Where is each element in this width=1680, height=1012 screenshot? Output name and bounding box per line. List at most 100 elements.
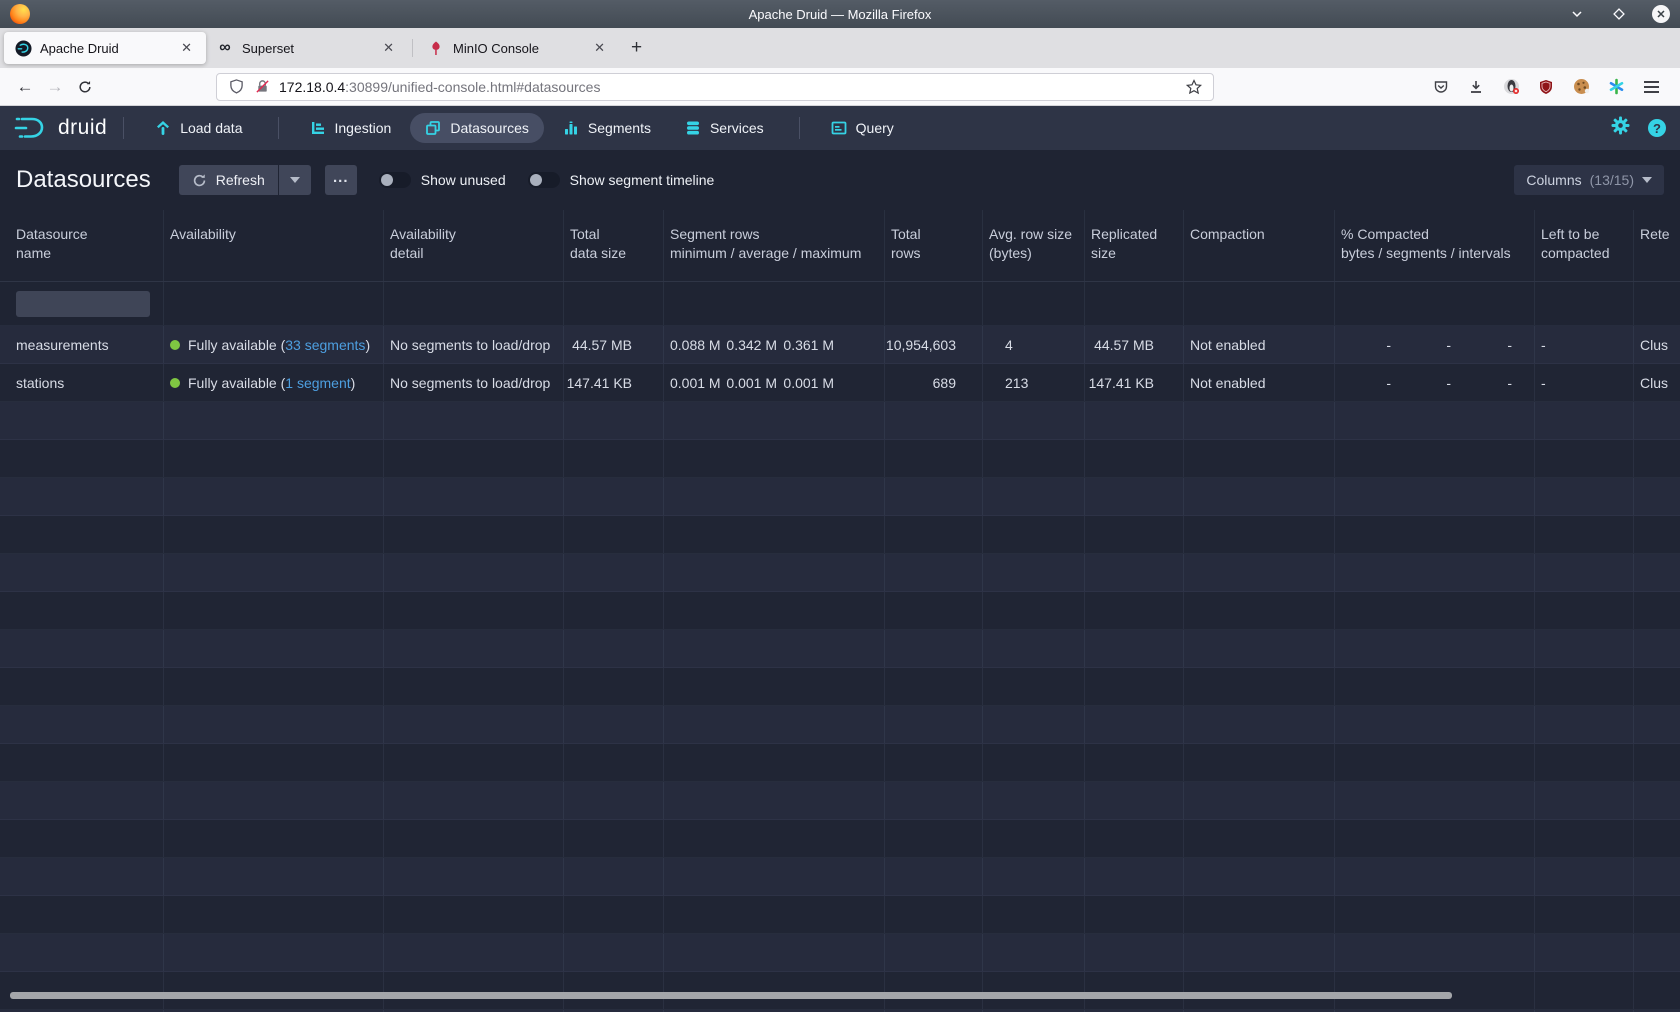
column-header-total-rows[interactable]: Totalrows bbox=[885, 210, 983, 281]
column-header-left-to-be-compacted[interactable]: Left to becompacted bbox=[1535, 210, 1634, 281]
druid-favicon bbox=[14, 39, 32, 57]
total-data-size: 147.41 KB bbox=[564, 364, 664, 401]
column-header-availability-detail[interactable]: Availabilitydetail bbox=[384, 210, 564, 281]
empty-cell bbox=[1085, 668, 1184, 705]
empty-cell bbox=[1535, 516, 1634, 553]
empty-cell bbox=[1085, 858, 1184, 895]
nav-item-load-data[interactable]: Load data bbox=[140, 113, 257, 143]
empty-cell bbox=[983, 554, 1085, 591]
refresh-button[interactable]: Refresh bbox=[179, 165, 278, 195]
empty-cell bbox=[564, 592, 664, 629]
datasources-icon bbox=[425, 120, 441, 136]
empty-cell bbox=[885, 554, 983, 591]
empty-cell bbox=[0, 744, 164, 781]
empty-cell bbox=[1335, 896, 1535, 933]
empty-cell bbox=[1335, 402, 1535, 439]
horizontal-scrollbar[interactable] bbox=[10, 992, 1452, 999]
nav-item-datasources[interactable]: Datasources bbox=[410, 113, 544, 143]
empty-cell bbox=[664, 630, 885, 667]
insecure-lock-icon[interactable] bbox=[253, 78, 271, 96]
availability-detail: No segments to load/drop bbox=[384, 364, 564, 401]
segments-link[interactable]: 1 segment bbox=[285, 375, 350, 391]
column-header-availability[interactable]: Availability bbox=[164, 210, 384, 281]
nav-item-ingestion[interactable]: Ingestion bbox=[295, 113, 407, 143]
empty-cell bbox=[664, 896, 885, 933]
menu-icon[interactable] bbox=[1642, 78, 1660, 96]
empty-cell bbox=[1535, 782, 1634, 819]
empty-cell bbox=[983, 592, 1085, 629]
datasource-filter-input[interactable] bbox=[16, 291, 150, 317]
tab-close-icon[interactable]: ✕ bbox=[177, 38, 196, 58]
extension-privacy-icon[interactable] bbox=[1502, 78, 1520, 96]
left-to-be-compacted: - bbox=[1535, 326, 1634, 363]
empty-cell bbox=[1535, 668, 1634, 705]
window-close-icon[interactable]: ✕ bbox=[1652, 5, 1670, 23]
reload-button[interactable] bbox=[70, 73, 100, 101]
show-segment-timeline-toggle[interactable] bbox=[528, 172, 560, 188]
shield-icon[interactable] bbox=[227, 78, 245, 96]
nav-item-query[interactable]: Query bbox=[816, 113, 909, 143]
nav-item-segments[interactable]: Segments bbox=[548, 113, 666, 143]
column-header-avg-row-size-bytes-[interactable]: Avg. row size(bytes) bbox=[983, 210, 1085, 281]
forward-button[interactable]: → bbox=[40, 73, 70, 101]
filter-cell bbox=[664, 282, 885, 325]
refresh-options-button[interactable] bbox=[279, 165, 311, 195]
tab-apache-druid[interactable]: Apache Druid ✕ bbox=[4, 32, 206, 64]
back-button[interactable]: ← bbox=[10, 73, 40, 101]
help-icon[interactable]: ? bbox=[1648, 119, 1666, 137]
pocket-icon[interactable] bbox=[1432, 78, 1450, 96]
empty-cell bbox=[1535, 972, 1634, 1009]
empty-cell bbox=[0, 706, 164, 743]
table-row-empty bbox=[0, 592, 1680, 630]
availability-text: Fully available (1 segment) bbox=[188, 375, 355, 391]
empty-cell bbox=[164, 934, 384, 971]
new-tab-button[interactable]: + bbox=[619, 37, 654, 59]
column-header-rete[interactable]: Rete bbox=[1634, 210, 1680, 281]
url-bar[interactable]: 172.18.0.4:30899/unified-console.html#da… bbox=[216, 73, 1214, 101]
tab-close-icon[interactable]: ✕ bbox=[590, 38, 609, 58]
empty-cell bbox=[885, 820, 983, 857]
window-minimize-icon[interactable] bbox=[1568, 5, 1586, 23]
column-header--compacted-bytes-segments-intervals[interactable]: % Compactedbytes / segments / intervals bbox=[1335, 210, 1535, 281]
cookie-extension-icon[interactable] bbox=[1572, 78, 1590, 96]
table-row-empty bbox=[0, 554, 1680, 592]
url-text[interactable]: 172.18.0.4:30899/unified-console.html#da… bbox=[279, 79, 600, 95]
filter-cell bbox=[1634, 282, 1680, 325]
column-header-label: Left to becompacted bbox=[1541, 225, 1609, 263]
tab-superset[interactable]: ∞Superset✕ bbox=[206, 32, 408, 64]
tab-title: MinIO Console bbox=[453, 41, 582, 56]
downloads-icon[interactable] bbox=[1467, 78, 1485, 96]
ublock-origin-icon[interactable] bbox=[1537, 78, 1555, 96]
empty-cell bbox=[1634, 592, 1680, 629]
empty-cell bbox=[384, 706, 564, 743]
more-actions-button[interactable]: ... bbox=[325, 165, 357, 195]
segments-link[interactable]: 33 segments bbox=[285, 337, 365, 353]
empty-cell bbox=[983, 934, 1085, 971]
empty-cell bbox=[983, 668, 1085, 705]
bookmark-star-icon[interactable] bbox=[1185, 78, 1203, 96]
empty-cell bbox=[1634, 896, 1680, 933]
table-row-empty bbox=[0, 858, 1680, 896]
druid-brand[interactable]: druid bbox=[14, 115, 107, 141]
empty-cell bbox=[885, 630, 983, 667]
empty-cell bbox=[664, 820, 885, 857]
druid-navbar: druid Load data IngestionDatasourcesSegme… bbox=[0, 106, 1680, 150]
column-header-segment-rows-minimum-average-maximum[interactable]: Segment rowsminimum / average / maximum bbox=[664, 210, 885, 281]
tab-close-icon[interactable]: ✕ bbox=[379, 38, 398, 58]
tab-minio-console[interactable]: MinIO Console ✕ bbox=[417, 32, 619, 64]
window-title: Apache Druid — Mozilla Firefox bbox=[0, 7, 1680, 22]
window-maximize-icon[interactable] bbox=[1610, 5, 1628, 23]
column-header-replicated-size[interactable]: Replicatedsize bbox=[1085, 210, 1184, 281]
show-unused-toggle[interactable] bbox=[379, 172, 411, 188]
nav-item-services[interactable]: Services bbox=[670, 113, 779, 143]
asterisk-extension-icon[interactable] bbox=[1607, 78, 1625, 96]
columns-selector-button[interactable]: Columns (13/15) bbox=[1514, 165, 1664, 195]
tab-title: Apache Druid bbox=[40, 41, 169, 56]
column-header-total-data-size[interactable]: Totaldata size bbox=[564, 210, 664, 281]
settings-gear-icon[interactable] bbox=[1611, 116, 1630, 140]
total-rows: 689 bbox=[885, 364, 983, 401]
filter-cell bbox=[164, 282, 384, 325]
column-header-datasource-name[interactable]: Datasourcename bbox=[0, 210, 164, 281]
column-header-compaction[interactable]: Compaction bbox=[1184, 210, 1335, 281]
datasource-name: measurements bbox=[0, 326, 164, 363]
